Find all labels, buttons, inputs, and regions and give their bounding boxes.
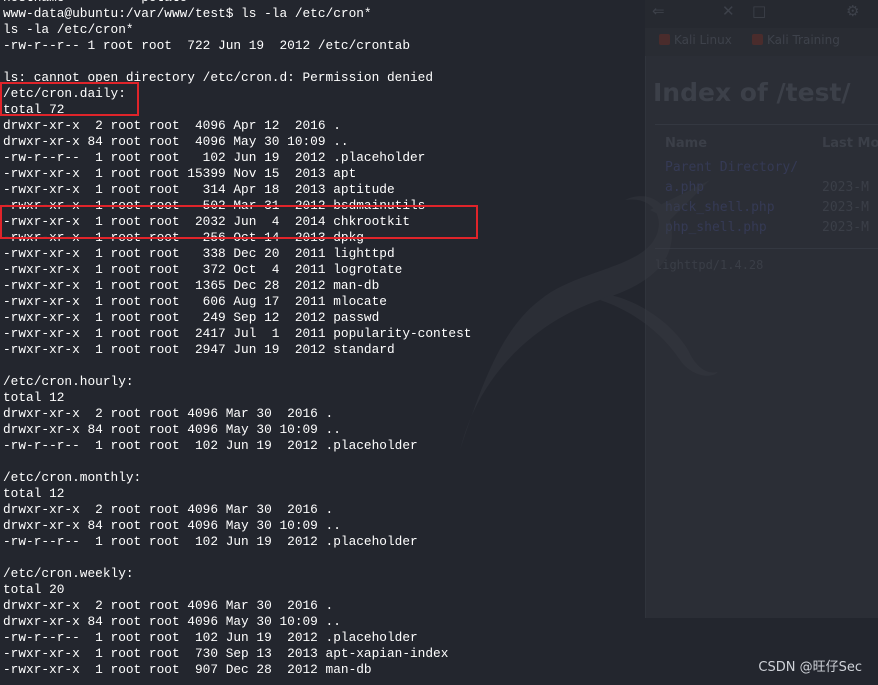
terminal-line: -rwxr-xr-x 1 root root 1365 Dec 28 2012 … bbox=[3, 278, 380, 293]
terminal-line: -rw-r--r-- 1 root root 722 Jun 19 2012 /… bbox=[3, 38, 411, 53]
terminal-line: -rwxr-xr-x 1 root root 372 Oct 4 2011 lo… bbox=[3, 262, 403, 277]
divider bbox=[655, 124, 878, 125]
terminal-line: -rwxr-xr-x 1 root root 249 Sep 12 2012 p… bbox=[3, 310, 380, 325]
new-tab-icon: □ bbox=[752, 2, 767, 20]
terminal-line: drwxr-xr-x 2 root root 4096 Mar 30 2016 … bbox=[3, 502, 334, 517]
file-date: 2023-M bbox=[822, 220, 869, 235]
terminal-line: -rwxr-xr-x 1 root root 15399 Nov 15 2013… bbox=[3, 166, 357, 181]
highlight-cron-daily bbox=[0, 82, 139, 116]
terminal-line: total 12 bbox=[3, 486, 65, 501]
column-header-name: Name bbox=[665, 136, 708, 151]
terminal-line: -rw-r--r-- 1 root root 102 Jun 19 2012 .… bbox=[3, 150, 426, 165]
terminal-line: -rwxr-xr-x 1 root root 314 Apr 18 2013 a… bbox=[3, 182, 395, 197]
kali-icon bbox=[752, 34, 763, 45]
close-tab-icon: ✕ bbox=[722, 2, 735, 20]
terminal-line: drwxr-xr-x 84 root root 4096 May 30 10:0… bbox=[3, 134, 349, 149]
watermark: CSDN @旺仔Sec bbox=[758, 660, 862, 675]
highlight-chkrootkit bbox=[0, 205, 478, 239]
terminal-line: -rw-r--r-- 1 root root 102 Jun 19 2012 .… bbox=[3, 534, 418, 549]
terminal-line: drwxr-xr-x 84 root root 4096 May 30 10:0… bbox=[3, 614, 341, 629]
terminal-line: /etc/cron.hourly: bbox=[3, 374, 134, 389]
terminal-line: -rw-r--r-- 1 root root 102 Jun 19 2012 .… bbox=[3, 630, 418, 645]
terminal-line: /etc/cron.monthly: bbox=[3, 470, 142, 485]
terminal-line: drwxr-xr-x 84 root root 4096 May 30 10:0… bbox=[3, 518, 341, 533]
terminal-line: drwxr-xr-x 2 root root 4096 Mar 30 2016 … bbox=[3, 406, 334, 421]
terminal-line: -rwxr-xr-x 1 root root 907 Dec 28 2012 m… bbox=[3, 662, 372, 677]
terminal-line: -rwxr-xr-x 1 root root 338 Dec 20 2011 l… bbox=[3, 246, 395, 261]
settings-icon: ⚙ bbox=[846, 2, 860, 20]
terminal-line: -rwxr-xr-x 1 root root 2947 Jun 19 2012 … bbox=[3, 342, 395, 357]
terminal-line: -rwxr-xr-x 1 root root 2417 Jul 1 2011 p… bbox=[3, 326, 472, 341]
kali-icon bbox=[659, 34, 670, 45]
terminal-line: total 20 bbox=[3, 582, 65, 597]
terminal-line: total 12 bbox=[3, 390, 65, 405]
page-heading: Index of /test/ bbox=[653, 78, 851, 107]
file-date: 2023-M bbox=[822, 200, 869, 215]
terminal-line: drwxr-xr-x 2 root root 4096 Mar 30 2016 … bbox=[3, 598, 334, 613]
terminal-line: drwxr-xr-x 2 root root 4096 Apr 12 2016 … bbox=[3, 118, 341, 133]
terminal-line: www-data@ubuntu:/var/www/test$ ls -la /e… bbox=[3, 6, 372, 21]
terminal-line: -rwxr-xr-x 1 root root 730 Sep 13 2013 a… bbox=[3, 646, 449, 661]
terminal-line: /etc/cron.weekly: bbox=[3, 566, 134, 581]
bookmark-kali-training[interactable]: Kali Training bbox=[752, 33, 840, 47]
terminal-line: drwxr-xr-x 84 root root 4096 May 30 10:0… bbox=[3, 422, 341, 437]
terminal-line: ls -la /etc/cron* bbox=[3, 22, 134, 37]
tab-back-icon: ⇐ bbox=[652, 2, 665, 20]
file-date: 2023-M bbox=[822, 180, 869, 195]
column-header-modified: Last Mo bbox=[822, 136, 878, 151]
terminal-line: -rwxr-xr-x 1 root root 606 Aug 17 2011 m… bbox=[3, 294, 387, 309]
terminal-line: -rw-r--r-- 1 root root 102 Jun 19 2012 .… bbox=[3, 438, 418, 453]
bookmark-kali-linux[interactable]: Kali Linux bbox=[659, 33, 732, 47]
